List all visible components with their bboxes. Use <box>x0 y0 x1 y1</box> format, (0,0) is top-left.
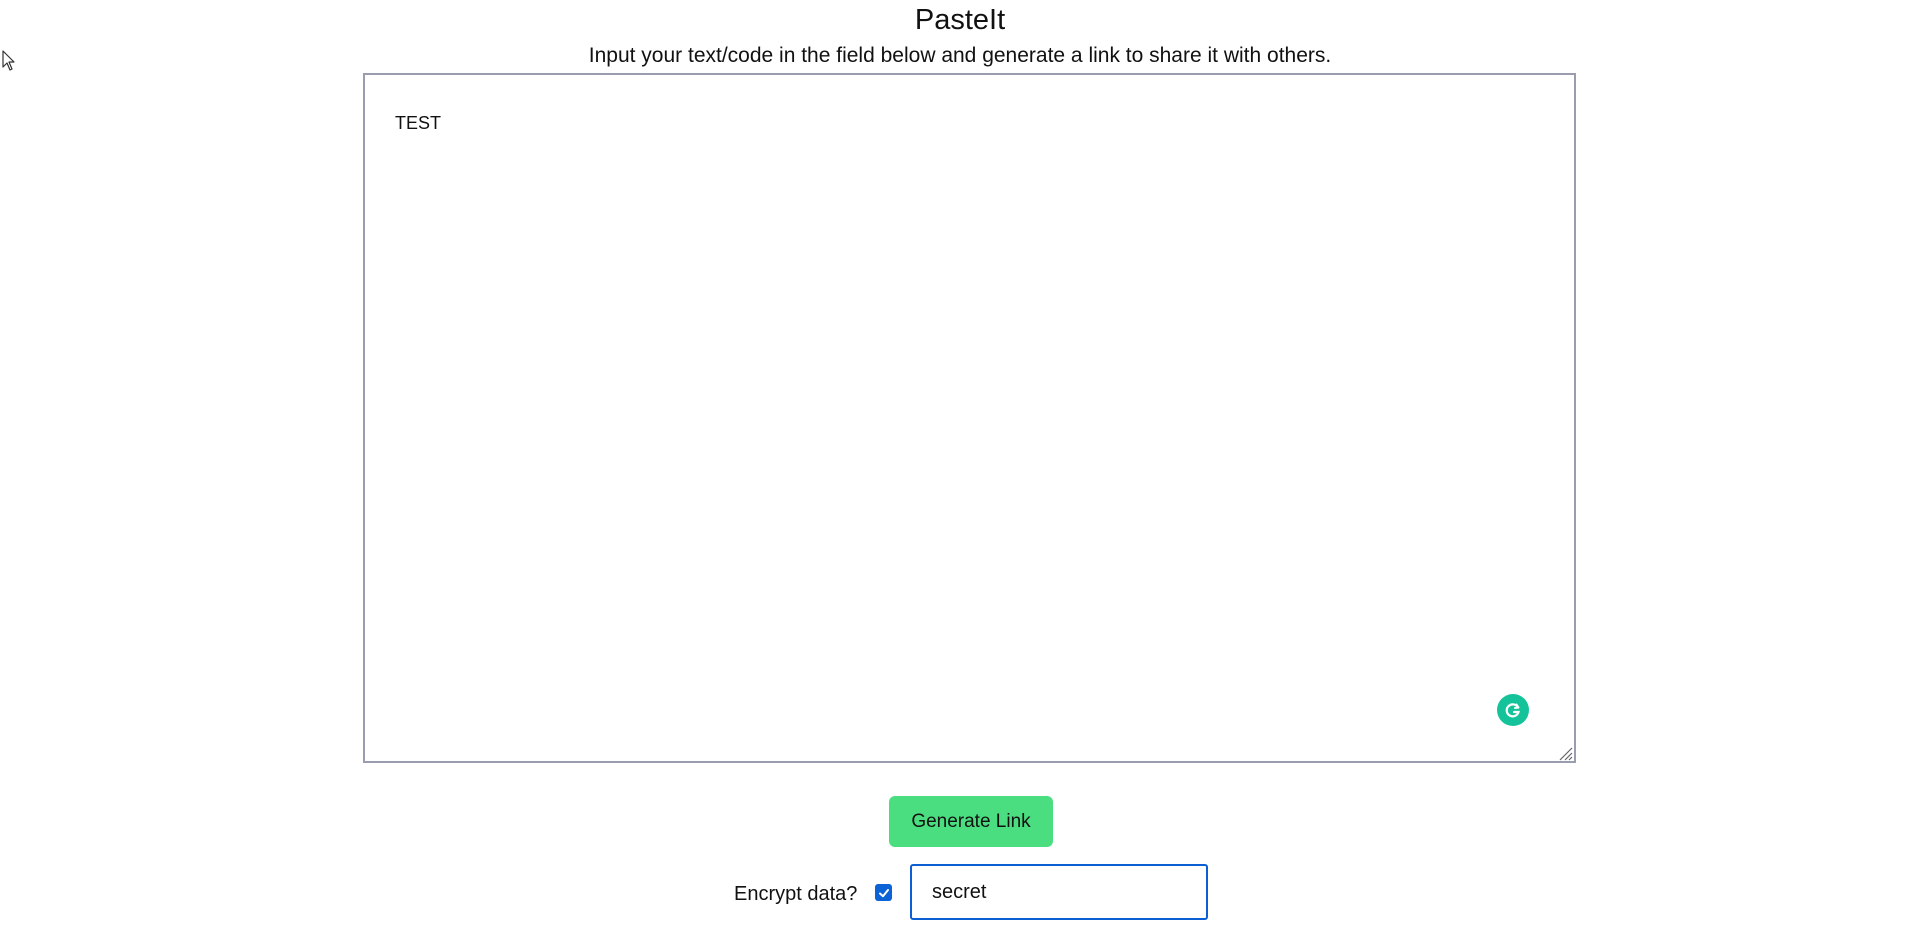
encryption-password-input[interactable] <box>910 864 1208 920</box>
resize-handle-icon[interactable] <box>1557 745 1573 761</box>
grammarly-g-glyph <box>1505 703 1520 718</box>
paste-textarea[interactable]: TEST <box>363 73 1576 763</box>
encrypt-data-label: Encrypt data? <box>734 883 858 905</box>
page-subtitle: Input your text/code in the field below … <box>588 44 1332 67</box>
editor-container: TEST <box>363 73 1576 763</box>
checkmark-icon <box>878 888 889 897</box>
encrypt-data-checkbox[interactable] <box>875 884 892 901</box>
grammarly-icon[interactable] <box>1497 694 1529 726</box>
generate-link-button[interactable]: Generate Link <box>889 796 1053 847</box>
pasteit-page: PasteIt Input your text/code in the fiel… <box>0 0 1920 928</box>
page-title: PasteIt <box>914 4 1006 36</box>
